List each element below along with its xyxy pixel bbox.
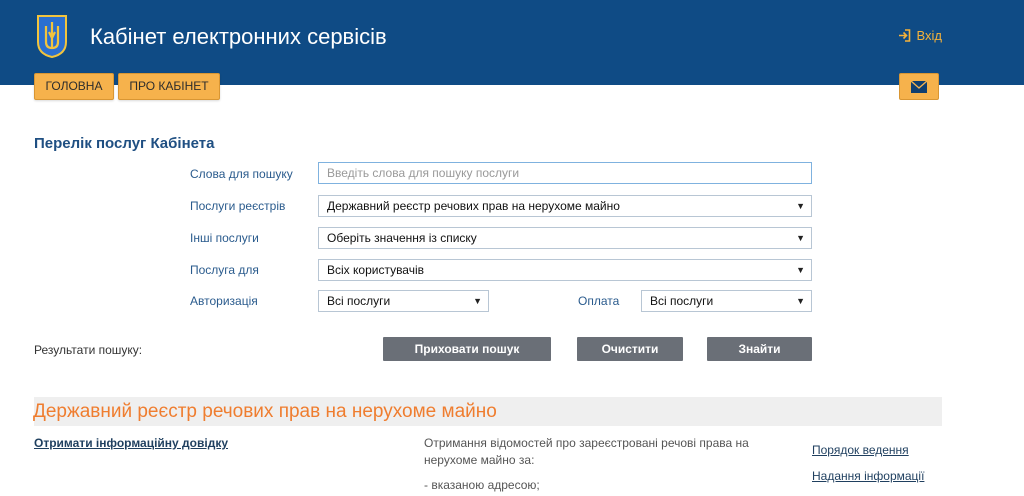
service-description: Отримання відомостей про зареєстровані р… [424,435,764,494]
authorization-value: Всі послуги [327,294,391,308]
nav-about-button[interactable]: ПРО КАБІНЕТ [118,73,220,100]
payment-label: Оплата [578,294,620,308]
authorization-label: Авторизація [190,294,258,308]
dropdown-arrow-icon: ▼ [796,201,805,211]
dropdown-arrow-icon: ▼ [796,296,805,306]
procedure-link[interactable]: Порядок ведення [812,443,909,457]
get-info-certificate-link[interactable]: Отримати інформаційну довідку [34,436,228,450]
dropdown-arrow-icon: ▼ [473,296,482,306]
envelope-icon [911,80,927,93]
service-for-select[interactable]: Всіх користувачів ▼ [318,259,812,281]
clear-button[interactable]: Очистити [577,337,683,361]
registry-services-label: Послуги реєстрів [190,199,286,213]
search-input[interactable]: Введіть слова для пошуку послуги [318,162,812,184]
page-title: Перелік послуг Кабінета [34,135,215,152]
service-for-label: Послуга для [190,263,259,277]
registry-services-select[interactable]: Державний реєстр речових прав на нерухом… [318,195,812,217]
description-line: нерухоме майно за: [424,453,535,467]
other-services-value: Оберіть значення із списку [327,231,477,245]
dropdown-arrow-icon: ▼ [796,233,805,243]
find-button[interactable]: Знайти [707,337,812,361]
search-results-label: Результати пошуку: [34,343,143,357]
nav-home-button[interactable]: ГОЛОВНА [34,73,114,100]
hide-search-button[interactable]: Приховати пошук [383,337,551,361]
sign-in-icon [898,29,910,42]
other-services-select[interactable]: Оберіть значення із списку ▼ [318,227,812,249]
ukraine-coat-of-arms-icon [37,15,67,58]
dropdown-arrow-icon: ▼ [796,265,805,275]
mail-button[interactable] [899,73,939,100]
search-label: Слова для пошуку [190,167,293,181]
login-link[interactable]: Вхід [898,28,943,43]
description-line: Отримання відомостей про зареєстровані р… [424,436,749,450]
login-label: Вхід [916,28,943,43]
app-title: Кабінет електронних сервісів [90,24,387,49]
registry-section-title: Державний реєстр речових прав на нерухом… [33,401,497,422]
service-for-value: Всіх користувачів [327,263,425,277]
registry-services-value: Державний реєстр речових прав на нерухом… [327,199,620,213]
description-line: - вказаною адресою; [424,478,540,492]
payment-select[interactable]: Всі послуги ▼ [641,290,812,312]
authorization-select[interactable]: Всі послуги ▼ [318,290,489,312]
other-services-label: Інші послуги [190,231,259,245]
payment-value: Всі послуги [650,294,714,308]
providing-info-link[interactable]: Надання інформації [812,469,924,483]
